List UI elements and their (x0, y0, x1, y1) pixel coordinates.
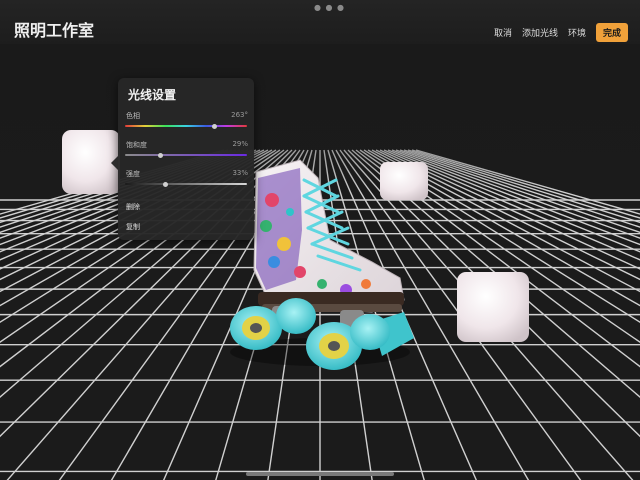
saturation-label: 饱和度 (126, 141, 147, 149)
delete-light-button[interactable]: 删除 (126, 202, 140, 212)
page-title: 照明工作室 (14, 21, 95, 40)
hue-slider-knob[interactable] (211, 123, 217, 129)
light-settings-panel: 光线设置 色相 263° 饱和度 29% 强度 33% 删除 复制 (111, 78, 254, 240)
top-bar: ● ● ● 照明工作室 取消 添加光线 环境 完成 (0, 0, 640, 44)
saturation-slider-knob[interactable] (157, 152, 163, 158)
add-light-button[interactable]: 添加光线 (522, 26, 558, 39)
home-indicator (246, 472, 394, 476)
intensity-label: 强度 (126, 170, 140, 178)
panel-pointer (111, 156, 118, 170)
saturation-value: 29% (232, 140, 248, 148)
environment-button[interactable]: 环境 (568, 26, 586, 39)
hue-value: 263° (231, 111, 248, 119)
intensity-value: 33% (232, 169, 248, 177)
more-dots-icon[interactable]: ● ● ● (314, 3, 345, 12)
light-cube-center[interactable] (380, 162, 428, 200)
viewport-3d[interactable] (0, 0, 640, 480)
panel-title: 光线设置 (128, 88, 177, 102)
duplicate-light-button[interactable]: 复制 (126, 222, 140, 232)
hue-label: 色相 (126, 112, 140, 120)
header-actions: 取消 添加光线 环境 完成 (494, 23, 628, 42)
done-button[interactable]: 完成 (595, 23, 628, 42)
light-cube-right[interactable] (457, 272, 529, 342)
intensity-slider-knob[interactable] (162, 181, 168, 187)
intensity-slider[interactable] (125, 181, 247, 187)
cancel-button[interactable]: 取消 (494, 26, 512, 39)
hue-slider[interactable] (125, 123, 247, 129)
saturation-slider[interactable] (125, 152, 247, 158)
